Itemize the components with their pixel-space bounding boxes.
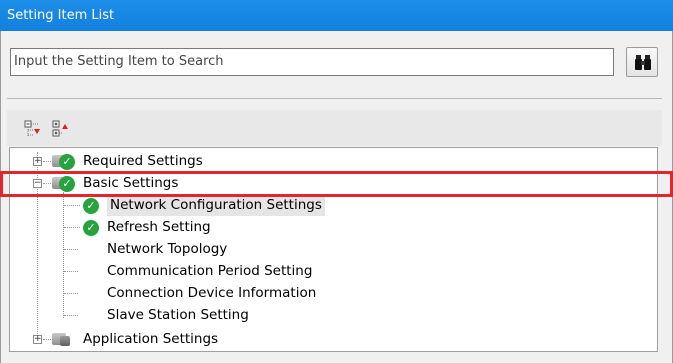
tree-connector [43,161,51,162]
window-title-bar: Setting Item List [0,0,673,31]
tree-item-slave-station[interactable]: Slave Station Setting [10,304,650,326]
tree-item-network-configuration[interactable]: ✓ Network Configuration Settings [10,194,650,216]
tree-item-label: Slave Station Setting [107,307,249,323]
tree-item-label: Network Topology [107,241,228,257]
expand-all-icon[interactable] [52,120,70,138]
tree-connector [64,249,78,250]
check-icon: ✓ [83,220,99,236]
tree-item-connection-device[interactable]: Connection Device Information [10,282,650,304]
tree-item-required-settings[interactable]: + ✓ Required Settings [10,150,650,172]
window-title: Setting Item List [7,8,115,23]
check-icon: ✓ [83,198,99,214]
search-placeholder: Input the Setting Item to Search [14,54,224,69]
expand-icon[interactable]: + [33,157,42,166]
highlight-annotation [0,171,673,197]
tree-connector [64,271,78,272]
tree-item-label: Communication Period Setting [107,263,313,279]
collapse-all-icon[interactable] [24,120,42,138]
tree-item-communication-period[interactable]: Communication Period Setting [10,260,650,282]
search-input[interactable]: Input the Setting Item to Search [10,48,614,76]
search-button[interactable] [626,47,658,77]
app-icon [60,336,70,346]
tree-connector [64,227,80,228]
tree-connector [64,315,78,316]
tree-item-label: Required Settings [83,153,203,169]
tree-item-label: Application Settings [83,331,219,347]
tree-item-application-settings[interactable]: + Application Settings [10,328,650,350]
section-divider [7,98,662,99]
tree-item-network-topology[interactable]: Network Topology [10,238,650,260]
tree-item-label: Network Configuration Settings [107,194,325,216]
check-icon: ✓ [59,154,75,170]
expand-icon[interactable]: + [33,335,42,344]
tree-item-label: Connection Device Information [107,285,317,301]
tree-connector [64,205,80,206]
tree-item-label: Refresh Setting [107,219,211,235]
binoculars-icon [635,55,651,70]
tree-item-refresh-setting[interactable]: ✓ Refresh Setting [10,216,650,238]
tree-toolbar [7,110,662,146]
tree-connector [43,339,51,340]
tree-connector [64,293,78,294]
